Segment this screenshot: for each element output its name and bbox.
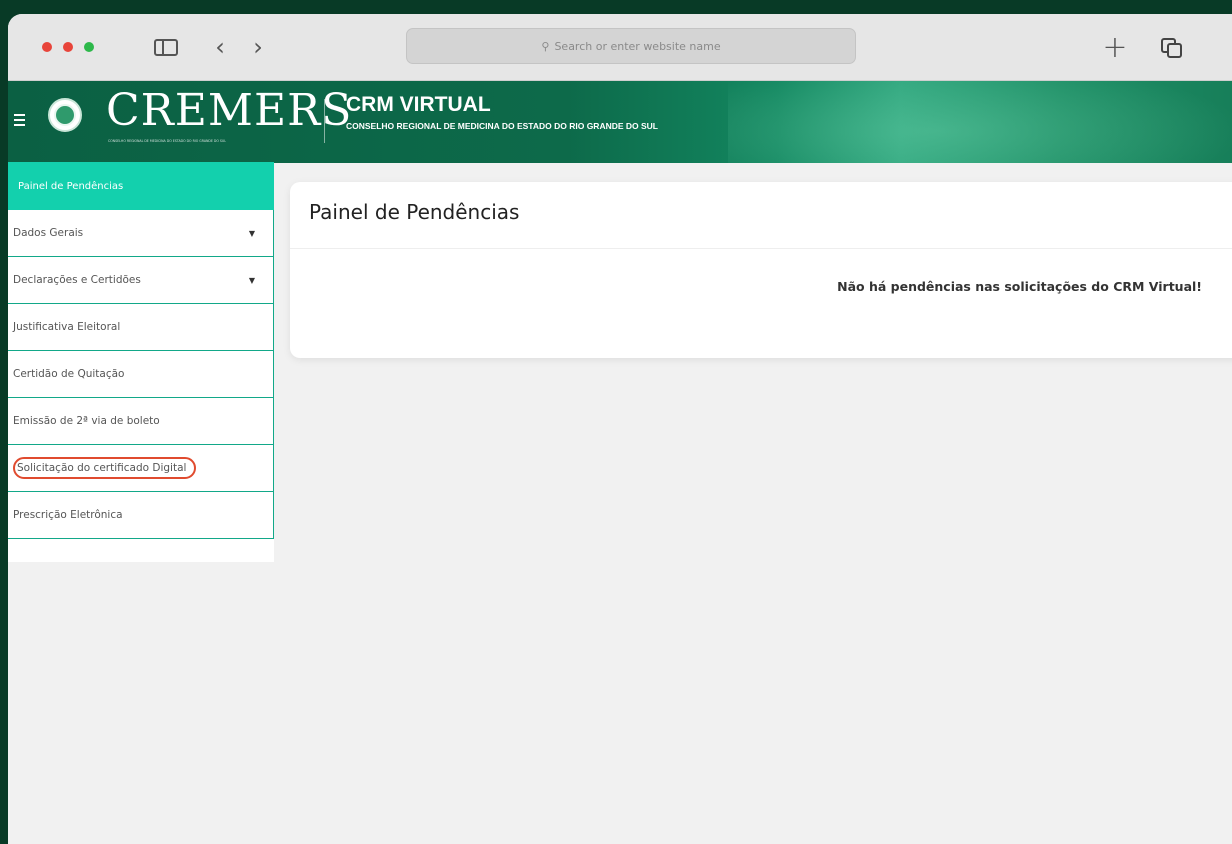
sidebar-item-label: Painel de Pendências xyxy=(18,180,124,192)
address-bar[interactable]: ⚲ Search or enter website name xyxy=(406,28,856,64)
caret-down-icon: ▼ xyxy=(248,275,255,285)
back-arrow-icon[interactable]: ‹ xyxy=(208,33,232,61)
sidebar-item-emissao-de-boleto[interactable]: Emissão de 2ª via de boleto xyxy=(8,398,274,445)
sidebar-item-label: Declarações e Certidões xyxy=(13,274,141,286)
logo-separator xyxy=(324,99,325,143)
sidebar-item-label: Dados Gerais xyxy=(13,227,84,239)
menu-icon[interactable] xyxy=(14,114,25,129)
browser-window: ‹ › ⚲ Search or enter website name + CRE… xyxy=(8,14,1232,844)
card-divider xyxy=(290,248,1232,249)
logo-subtitle: CONSELHO REGIONAL DE MEDICINA DO ESTADO … xyxy=(108,139,226,143)
sidebar-item-label: Emissão de 2ª via de boleto xyxy=(13,415,160,427)
new-tab-icon[interactable]: + xyxy=(1101,30,1129,65)
sidebar-nav: Painel de Pendências Dados Gerais ▼ Decl… xyxy=(8,162,274,562)
pendencias-card: Painel de Pendências Não há pendências n… xyxy=(290,182,1232,358)
tab-overview-icon[interactable] xyxy=(1158,33,1184,61)
sidebar-item-declaracoes-e-certidoes[interactable]: Declarações e Certidões ▼ xyxy=(8,257,274,304)
search-icon: ⚲ xyxy=(541,39,550,53)
page-title: Painel de Pendências xyxy=(309,200,520,224)
sidebar-toggle-icon[interactable] xyxy=(152,33,180,61)
site-header: CREMERS CONSELHO REGIONAL DE MEDICINA DO… xyxy=(8,81,1232,163)
sidebar-item-label: Prescrição Eletrônica xyxy=(13,509,123,521)
address-placeholder: Search or enter website name xyxy=(554,39,721,53)
forward-arrow-icon[interactable]: › xyxy=(246,33,270,61)
cremers-emblem-icon xyxy=(48,98,82,132)
sidebar-item-certidao-de-quitacao[interactable]: Certidão de Quitação xyxy=(8,351,274,398)
browser-toolbar: ‹ › ⚲ Search or enter website name + xyxy=(8,14,1232,81)
crm-virtual-subtitle: CONSELHO REGIONAL DE MEDICINA DO ESTADO … xyxy=(346,121,658,131)
sidebar-item-dados-gerais[interactable]: Dados Gerais ▼ xyxy=(8,210,274,257)
logo-text: CREMERS xyxy=(106,85,353,136)
sidebar-item-label: Solicitação do certificado Digital xyxy=(13,457,197,479)
sidebar-item-justificativa-eleitoral[interactable]: Justificativa Eleitoral xyxy=(8,304,274,351)
empty-state-message: Não há pendências nas solicitações do CR… xyxy=(837,279,1202,294)
maximize-window-button[interactable] xyxy=(84,42,94,52)
caret-down-icon: ▼ xyxy=(248,228,255,238)
sidebar-item-certificado-digital[interactable]: Solicitação do certificado Digital xyxy=(8,445,274,492)
sidebar-item-label: Certidão de Quitação xyxy=(13,368,125,380)
minimize-window-button[interactable] xyxy=(63,42,73,52)
sidebar-item-prescricao-eletronica[interactable]: Prescrição Eletrônica xyxy=(8,492,274,539)
crm-virtual-title: CRM VIRTUAL xyxy=(346,93,491,116)
sidebar-item-label: Justificativa Eleitoral xyxy=(13,321,121,333)
close-window-button[interactable] xyxy=(42,42,52,52)
sidebar-item-painel-de-pendencias[interactable]: Painel de Pendências xyxy=(8,162,274,210)
